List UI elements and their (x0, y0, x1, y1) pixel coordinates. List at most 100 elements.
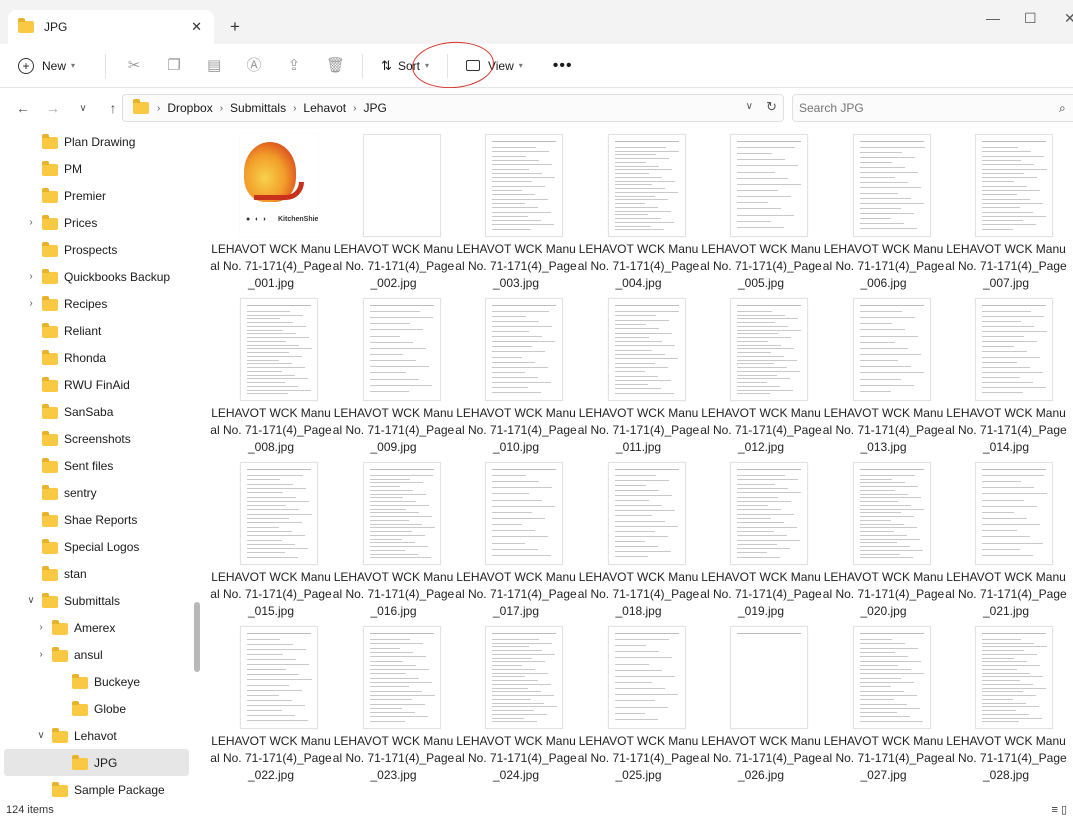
file-item[interactable]: LEHAVOT WCK Manual No. 71-171(4)_Page_00… (700, 128, 822, 292)
file-item[interactable]: LEHAVOT WCK Manual No. 71-171(4)_Page_01… (578, 456, 699, 620)
sidebar-item[interactable]: Plan Drawing (0, 128, 190, 155)
chevron-down-icon[interactable]: ∨ (26, 595, 36, 606)
file-item[interactable]: LEHAVOT WCK Manual No. 71-171(4)_Page_01… (455, 456, 577, 620)
back-arrow-icon[interactable]: ← (16, 100, 30, 116)
chevron-right-icon[interactable]: › (36, 622, 46, 633)
file-item[interactable]: LEHAVOT WCK Manual No. 71-171(4)_Page_00… (455, 128, 577, 292)
file-item[interactable]: LEHAVOT WCK Manual No. 71-171(4)_Page_00… (578, 128, 699, 292)
file-item[interactable]: LEHAVOT WCK Manual No. 71-171(4)_Page_02… (455, 620, 577, 784)
chevron-down-icon[interactable]: ∨ (36, 730, 46, 741)
file-item[interactable]: LEHAVOT WCK Manual No. 71-171(4)_Page_00… (823, 128, 944, 292)
chevron-right-icon[interactable]: › (26, 298, 36, 309)
search-input[interactable] (799, 101, 999, 115)
new-button[interactable]: + New ▾ (18, 57, 75, 74)
sidebar-item[interactable]: Rhonda (0, 344, 190, 371)
sidebar-item[interactable]: ∨ Lehavot (0, 722, 190, 749)
text-line-graphic (737, 513, 794, 515)
sort-button[interactable]: ⇅ Sort ▾ (381, 58, 429, 74)
text-line-graphic (492, 371, 525, 373)
maximize-button[interactable]: ☐ (1024, 10, 1037, 27)
file-item[interactable]: LEHAVOT WCK Manual No. 71-171(4)_Page_02… (823, 620, 944, 784)
sidebar-item[interactable]: › Recipes (0, 290, 190, 317)
sidebar-item[interactable]: Prospects (0, 236, 190, 263)
copy-icon[interactable]: ❐ (166, 57, 182, 74)
file-item[interactable]: LEHAVOT WCK Manual No. 71-171(4)_Page_02… (578, 620, 699, 784)
file-item[interactable]: LEHAVOT WCK Manual No. 71-171(4)_Page_02… (823, 456, 944, 620)
sidebar-item[interactable]: › ansul (0, 641, 190, 668)
refresh-icon[interactable]: ↻ (766, 99, 777, 115)
search-icon[interactable]: ⌕ (1059, 101, 1066, 116)
text-line-graphic (492, 530, 535, 532)
breadcrumb-submittals[interactable]: Submittals (230, 101, 286, 115)
address-bar[interactable]: › Dropbox › Submittals › Lehavot › JPG ∨… (122, 94, 784, 122)
file-item[interactable]: LEHAVOT WCK Manual No. 71-171(4)_Page_00… (945, 128, 1067, 292)
sidebar-item[interactable]: Shae Reports (0, 506, 190, 533)
file-item[interactable]: LEHAVOT WCK Manual No. 71-171(4)_Page_01… (333, 456, 454, 620)
tab-close-icon[interactable]: ✕ (191, 19, 202, 35)
text-line-graphic (247, 548, 308, 550)
share-icon[interactable]: ⇪ (286, 57, 302, 74)
sidebar-item[interactable]: › Amerex (0, 614, 190, 641)
file-item[interactable]: LEHAVOT WCK Manual No. 71-171(4)_Page_00… (333, 292, 454, 456)
breadcrumb-dropbox[interactable]: Dropbox (167, 101, 212, 115)
scrollbar-thumb[interactable] (194, 602, 200, 672)
sidebar-item[interactable]: PM (0, 155, 190, 182)
sidebar-item[interactable]: Sample Package (0, 776, 190, 803)
minimize-button[interactable]: — (986, 10, 1000, 26)
file-item[interactable]: LEHAVOT WCK Manual No. 71-171(4)_Page_00… (210, 292, 332, 456)
paste-icon[interactable]: ▤ (206, 57, 222, 74)
file-item[interactable]: LEHAVOT WCK Manual No. 71-171(4)_Page_00… (333, 128, 454, 292)
chevron-right-icon[interactable]: › (36, 649, 46, 660)
sidebar-item[interactable]: JPG (4, 749, 189, 776)
file-item[interactable]: LEHAVOT WCK Manual No. 71-171(4)_Page_01… (823, 292, 944, 456)
rename-icon[interactable]: Ⓐ (246, 57, 262, 74)
search-box[interactable]: ⌕ (792, 94, 1073, 122)
sidebar-item[interactable]: Special Logos (0, 533, 190, 560)
file-item[interactable]: LEHAVOT WCK Manual No. 71-171(4)_Page_01… (700, 456, 822, 620)
sidebar-item[interactable]: SanSaba (0, 398, 190, 425)
address-dropdown-icon[interactable]: ∨ (746, 101, 753, 112)
details-view-icon[interactable]: ≡ ▯ (1051, 803, 1067, 817)
file-item[interactable]: LEHAVOT WCK Manual No. 71-171(4)_Page_01… (578, 292, 699, 456)
file-item[interactable]: LEHAVOT WCK Manual No. 71-171(4)_Page_02… (945, 456, 1067, 620)
sidebar-item[interactable]: RWU FinAid (0, 371, 190, 398)
sidebar-item[interactable]: Screenshots (0, 425, 190, 452)
sidebar-item[interactable]: › Prices (0, 209, 190, 236)
file-item[interactable]: LEHAVOT WCK Manual No. 71-171(4)_Page_02… (210, 620, 332, 784)
file-item[interactable]: LEHAVOT WCK Manual No. 71-171(4)_Page_02… (945, 620, 1067, 784)
chevron-right-icon[interactable]: › (26, 271, 36, 282)
sidebar-item[interactable]: ∨ Submittals (0, 587, 190, 614)
cut-icon[interactable]: ✂ (126, 57, 142, 74)
sidebar-item[interactable]: Premier (0, 182, 190, 209)
sidebar-item[interactable]: stan (0, 560, 190, 587)
forward-arrow-icon[interactable]: → (46, 100, 60, 116)
close-button[interactable]: ✕ (1064, 10, 1073, 27)
file-item[interactable]: ● ◖ ◗ KitchenShield LEHAVOT WCK Manual No.… (210, 128, 332, 292)
chevron-down-icon: ▾ (424, 61, 429, 70)
file-item[interactable]: LEHAVOT WCK Manual No. 71-171(4)_Page_01… (455, 292, 577, 456)
tab-jpg[interactable]: JPG ✕ (8, 10, 214, 44)
file-item[interactable]: LEHAVOT WCK Manual No. 71-171(4)_Page_01… (945, 292, 1067, 456)
view-button[interactable]: View ▾ (465, 59, 523, 73)
chevron-right-icon[interactable]: › (26, 217, 36, 228)
breadcrumb-jpg[interactable]: JPG (363, 101, 386, 115)
breadcrumb-lehavot[interactable]: Lehavot (303, 101, 346, 115)
sidebar-scrollbar[interactable] (192, 128, 202, 803)
sidebar-item[interactable]: Reliant (0, 317, 190, 344)
sidebar-item[interactable]: sentry (0, 479, 190, 506)
recent-chevron-icon[interactable]: ∨ (76, 103, 90, 114)
file-item[interactable]: LEHAVOT WCK Manual No. 71-171(4)_Page_02… (333, 620, 454, 784)
file-item[interactable]: LEHAVOT WCK Manual No. 71-171(4)_Page_02… (700, 620, 822, 784)
text-line-graphic (492, 683, 551, 685)
more-options-button[interactable]: ••• (553, 57, 573, 75)
sidebar-item[interactable]: Sent files (0, 452, 190, 479)
sidebar-item[interactable]: Globe (0, 695, 190, 722)
sidebar-item[interactable]: Buckeye (0, 668, 190, 695)
new-tab-icon[interactable]: + (230, 17, 240, 37)
file-item[interactable]: LEHAVOT WCK Manual No. 71-171(4)_Page_01… (210, 456, 332, 620)
delete-icon[interactable]: 🗑 (326, 57, 345, 74)
folder-icon (42, 539, 58, 554)
sidebar-item[interactable]: › Quickbooks Backup (0, 263, 190, 290)
file-item[interactable]: LEHAVOT WCK Manual No. 71-171(4)_Page_01… (700, 292, 822, 456)
up-arrow-icon[interactable]: ↑ (106, 100, 120, 116)
